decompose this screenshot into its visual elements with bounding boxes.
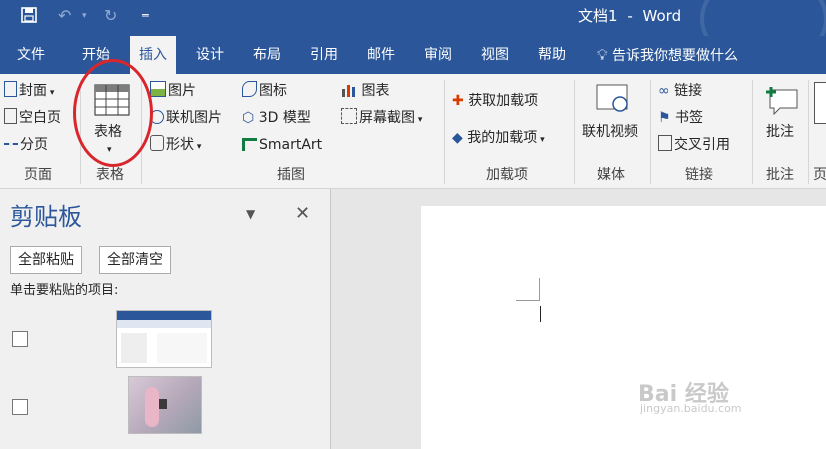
clipboard-item[interactable]	[0, 375, 330, 437]
comment-label: 批注	[766, 124, 794, 140]
group-label-illustrations: 插图	[277, 167, 305, 183]
comment-icon	[766, 87, 798, 116]
separator	[752, 80, 753, 184]
tab-review[interactable]: 审阅	[415, 36, 461, 74]
text-cursor	[540, 306, 541, 322]
title-bar: ↶ ▾ ↻ ═ 文档1 - Word	[0, 0, 826, 68]
clear-all-button[interactable]: 全部清空	[99, 246, 171, 274]
group-label-addins: 加载项	[486, 167, 528, 183]
redo-icon[interactable]: ↻	[104, 6, 117, 26]
clipboard-pane: 剪贴板 ▼ ✕ 全部粘贴 全部清空 单击要粘贴的项目:	[0, 189, 331, 449]
separator	[444, 80, 445, 184]
clipboard-item-image	[128, 376, 202, 434]
icons-icon	[242, 81, 257, 97]
window-title: 文档1 - Word	[578, 6, 681, 26]
header-button[interactable]	[814, 82, 826, 124]
margin-corner-mark	[516, 278, 540, 301]
group-label-tables: 表格	[96, 167, 124, 183]
bookmark-button[interactable]: ⚑ 书签	[658, 108, 703, 128]
tab-layout[interactable]: 布局	[244, 36, 290, 74]
table-annotation-circle	[73, 59, 153, 167]
tab-view[interactable]: 视图	[472, 36, 518, 74]
cross-reference-icon	[658, 135, 672, 151]
tab-help[interactable]: 帮助	[529, 36, 575, 74]
clipboard-hint: 单击要粘贴的项目:	[10, 283, 119, 298]
video-icon	[596, 84, 628, 112]
shapes-icon	[150, 135, 164, 151]
undo-icon[interactable]: ↶	[58, 6, 71, 26]
dropdown-arrow-icon[interactable]: ▾	[82, 6, 87, 26]
title-separator: -	[627, 7, 633, 25]
separator	[808, 80, 809, 184]
cube-icon: ⬡	[242, 110, 255, 126]
cover-page-button[interactable]: 封面 ▾	[4, 81, 54, 103]
3d-model-button[interactable]: ⬡ 3D 模型	[242, 108, 311, 128]
paste-all-button[interactable]: 全部粘贴	[10, 246, 82, 274]
my-addins-button[interactable]: ◆ 我的加载项 ▾	[452, 128, 545, 150]
online-picture-button[interactable]: 联机图片	[150, 108, 222, 128]
cover-page-icon	[4, 81, 17, 97]
icons-button[interactable]: 图标	[242, 81, 287, 101]
blank-page-icon	[4, 108, 17, 124]
screenshot-icon	[341, 108, 357, 124]
tab-insert[interactable]: 插入	[130, 36, 176, 74]
link-icon: ∞	[658, 83, 670, 99]
group-label-pages: 页面	[24, 167, 52, 183]
page-break-button[interactable]: 分页	[4, 135, 48, 155]
clipboard-item-thumbnail	[116, 310, 212, 368]
page-break-icon	[4, 143, 18, 151]
clipboard-item[interactable]	[0, 307, 330, 369]
group-label-media: 媒体	[597, 167, 625, 183]
cross-reference-button[interactable]: 交叉引用	[658, 135, 730, 155]
shapes-button[interactable]: 形状 ▾	[150, 135, 201, 157]
store-icon: ✚	[452, 93, 464, 109]
smartart-icon	[242, 138, 257, 151]
pane-options-icon[interactable]: ▼	[246, 207, 255, 221]
group-label-header: 页	[813, 167, 826, 183]
link-button[interactable]: ∞ 链接	[658, 81, 702, 101]
tab-references[interactable]: 引用	[301, 36, 347, 74]
save-icon[interactable]	[20, 6, 38, 29]
clipboard-title: 剪贴板	[10, 203, 82, 231]
app-name: Word	[642, 7, 682, 25]
picture-button[interactable]: 图片	[150, 81, 196, 101]
tab-design[interactable]: 设计	[187, 36, 233, 74]
separator	[650, 80, 651, 184]
bookmark-icon: ⚑	[658, 110, 671, 126]
new-comment-button[interactable]: 批注	[758, 82, 806, 150]
picture-icon	[150, 81, 166, 97]
get-addins-button[interactable]: ✚ 获取加载项	[452, 91, 538, 111]
group-label-links: 链接	[685, 167, 713, 183]
tell-me-search[interactable]: 💡︎ 告诉我你想要做什么	[588, 36, 747, 74]
tab-file[interactable]: 文件	[8, 36, 54, 74]
chart-icon	[342, 85, 355, 97]
customize-qat-icon[interactable]: ═	[142, 6, 149, 26]
document-page[interactable]	[421, 206, 826, 449]
screenshot-button[interactable]: 屏幕截图 ▾	[341, 108, 422, 130]
blank-page-button[interactable]: 空白页	[4, 108, 61, 128]
close-icon[interactable]: ✕	[295, 203, 310, 224]
online-video-button[interactable]: 联机视频	[582, 82, 644, 150]
lightbulb-icon: 💡︎	[597, 46, 608, 64]
separator	[574, 80, 575, 184]
smartart-button[interactable]: SmartArt	[242, 135, 322, 155]
group-label-comments: 批注	[766, 167, 794, 183]
online-video-label: 联机视频	[582, 124, 638, 140]
clipboard-item-icon	[12, 399, 28, 415]
addin-cube-icon: ◆	[452, 130, 463, 146]
clipboard-item-icon	[12, 331, 28, 347]
tab-mailings[interactable]: 邮件	[358, 36, 404, 74]
tell-me-label: 告诉我你想要做什么	[611, 48, 738, 64]
chart-button[interactable]: 图表	[341, 81, 389, 101]
baidu-watermark-url: jingyan.baidu.com	[640, 402, 742, 415]
document-name: 文档1	[578, 7, 618, 25]
